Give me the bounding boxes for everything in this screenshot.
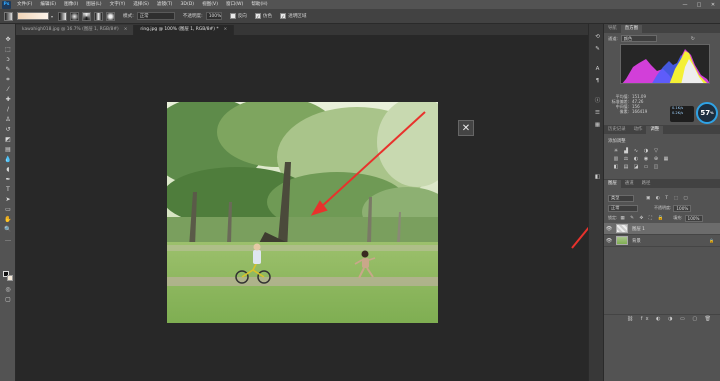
blend-opacity-row: 正常 不透明度: 100% — [608, 204, 716, 212]
tab-paths[interactable]: 路径 — [638, 180, 655, 188]
memory-gauge: 57% — [696, 102, 718, 124]
adjustment-icons-row-2: ▥ ⚖ ◐ ◉ ⊕ ▦ — [612, 156, 672, 162]
visibility-eye-icon[interactable]: 👁 — [604, 226, 614, 232]
add-adjustment-title: 添加调整 — [608, 139, 626, 144]
layer-name[interactable]: 图层 1 — [632, 226, 645, 232]
gradient-map-icon[interactable]: ▭ — [642, 164, 650, 170]
photo-filter-icon[interactable]: ◉ — [642, 156, 650, 162]
color-lookup-icon[interactable]: ▦ — [662, 156, 670, 162]
color-balance-icon[interactable]: ⚖ — [622, 156, 630, 162]
layer-thumbnail — [616, 224, 628, 233]
adjustments-panel-tabs: 历史记录 动作 调整 — [604, 125, 720, 134]
styles-icon[interactable]: ◧ — [593, 174, 602, 181]
layer-row-background[interactable]: 👁 背景 🔒 — [604, 235, 720, 247]
visibility-eye-icon[interactable]: 👁 — [604, 238, 614, 244]
curves-icon[interactable]: ∿ — [632, 148, 640, 154]
tab-layers[interactable]: 图层 — [604, 180, 621, 188]
threshold-icon[interactable]: ◪ — [632, 164, 640, 170]
hue-saturation-icon[interactable]: ▥ — [612, 156, 620, 162]
tab-adjustments[interactable]: 调整 — [646, 126, 664, 134]
tab-navigator[interactable]: 导航 — [604, 25, 621, 33]
properties-icon[interactable]: ☰ — [593, 110, 602, 117]
refresh-icon[interactable]: ↻ — [691, 36, 695, 42]
layer-opacity-input[interactable]: 100% — [673, 204, 692, 212]
brush-settings-icon[interactable]: ✎ — [593, 46, 602, 53]
annotation-arrow-canvas — [319, 111, 426, 209]
filter-icons[interactable]: ▣ ◐ T ⬚ ▢ — [646, 196, 690, 201]
layer-thumbnail — [616, 236, 628, 245]
black-white-icon[interactable]: ◐ — [632, 156, 640, 162]
stat-pixels-label: 像素: — [619, 109, 629, 114]
layers-bottom-bar: ⛓ fx ◐ ◑ ▭ ▢ 🗑 — [604, 314, 720, 323]
tab-history[interactable]: 历史记录 — [604, 126, 630, 134]
layer-filter-row: 类型 ▣ ◐ T ⬚ ▢ — [608, 194, 716, 202]
layer-actions-icons[interactable]: ⛓ fx ◐ ◑ ▭ ▢ 🗑 — [627, 316, 714, 322]
channel-label: 通道: — [608, 35, 618, 41]
tab-actions[interactable]: 动作 — [630, 126, 647, 134]
paragraph-icon[interactable]: ¶ — [593, 78, 602, 85]
gauge-value: 57 — [700, 109, 711, 117]
histogram-graph — [620, 44, 710, 84]
right-panels: 导航 直方图 通道: 颜色 ↻ 平均值: 151.09 标准偏差: 47.26 中间… — [604, 24, 720, 381]
tab-histogram[interactable]: 直方图 — [620, 25, 642, 33]
adjustment-icons-row-3: ◧ ▤ ◪ ▭ ◫ — [612, 164, 662, 170]
close-button[interactable]: ✕ — [458, 120, 474, 136]
collapsed-panel-strip: ⟲ ✎ A ¶ ⓘ ☰ ▦ ◧ — [588, 24, 604, 381]
selective-color-icon[interactable]: ◫ — [652, 164, 660, 170]
histogram-controls: 通道: 颜色 ↻ — [608, 34, 716, 43]
info-icon[interactable]: ⓘ — [593, 98, 602, 105]
gauge-unit: % — [710, 111, 714, 115]
lock-icon: 🔒 — [709, 238, 714, 243]
lock-fill-row: 锁定: ▦ ✎ ✥ ⛶ 🔒 填充: 100% — [608, 214, 716, 222]
brightness-icon[interactable]: ☀ — [612, 148, 620, 154]
layer-name[interactable]: 背景 — [632, 238, 641, 244]
fill-label: 填充: — [673, 215, 683, 220]
blend-mode-select[interactable]: 正常 — [608, 204, 638, 212]
lock-icons[interactable]: ▦ ✎ ✥ ⛶ 🔒 — [620, 215, 665, 221]
download-speed: 0.2K/s — [672, 111, 684, 115]
vibrance-icon[interactable]: ▽ — [652, 148, 660, 154]
history-icon[interactable]: ⟲ — [593, 34, 602, 41]
layer-row-layer1[interactable]: 👁 图层 1 — [604, 223, 720, 235]
layer-opacity-label: 不透明度: — [654, 205, 672, 210]
layers-panel-tabs: 图层 通道 路径 — [604, 179, 720, 188]
tab-channels[interactable]: 通道 — [621, 180, 638, 188]
adjustment-icons-row-1: ☀ ▟ ∿ ◑ ▽ — [612, 148, 662, 154]
levels-icon[interactable]: ▟ — [622, 148, 630, 154]
invert-icon[interactable]: ◧ — [612, 164, 620, 170]
exposure-icon[interactable]: ◑ — [642, 148, 650, 154]
histogram-panel-tabs: 导航 直方图 — [604, 24, 720, 33]
swatches-icon[interactable]: ▦ — [593, 122, 602, 129]
posterize-icon[interactable]: ▤ — [622, 164, 630, 170]
fill-input[interactable]: 100% — [684, 214, 703, 222]
channel-mixer-icon[interactable]: ⊕ — [652, 156, 660, 162]
lock-label: 锁定: — [608, 215, 618, 220]
layer-kind-select[interactable]: 类型 — [608, 194, 634, 202]
histogram-chart — [622, 49, 709, 83]
stat-pixels-value: 166419 — [632, 109, 648, 114]
character-icon[interactable]: A — [593, 66, 602, 73]
network-speed-widget: 0.1K/s 0.2K/s — [670, 106, 694, 122]
channel-select[interactable]: 颜色 — [620, 35, 657, 42]
